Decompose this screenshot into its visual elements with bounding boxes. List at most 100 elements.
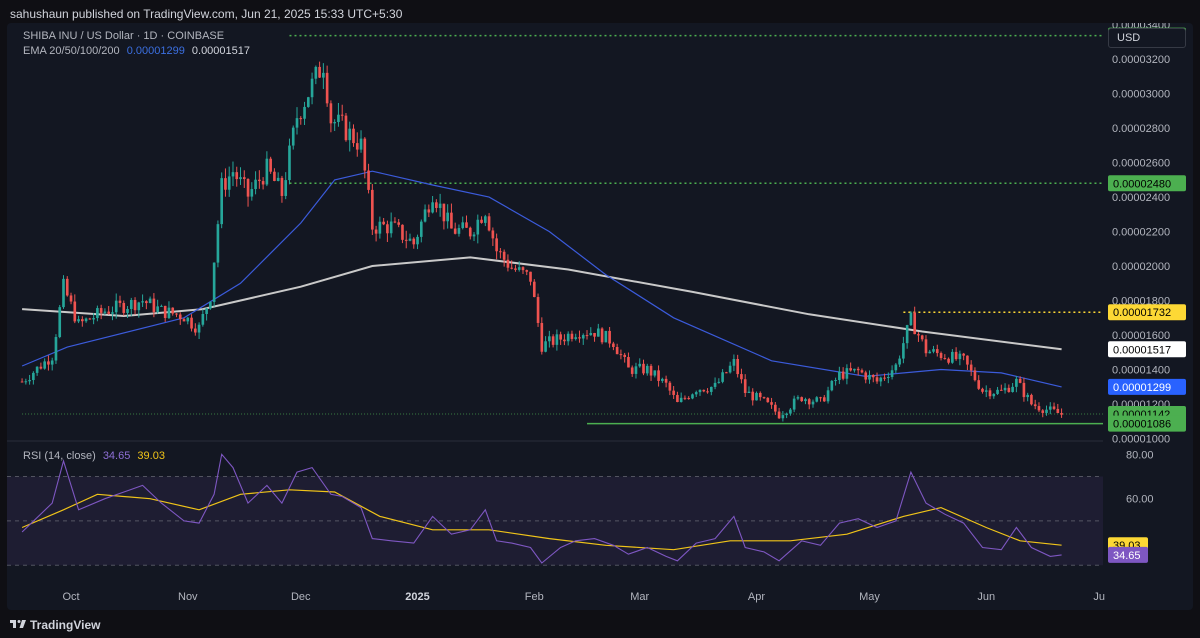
- candle-body: [623, 354, 626, 357]
- candle-body: [939, 353, 943, 359]
- candle-body: [638, 363, 642, 367]
- candle-body: [694, 392, 698, 395]
- candle-body: [397, 222, 401, 225]
- candle-body: [544, 341, 547, 352]
- candle-body: [819, 397, 822, 399]
- candle-body: [996, 389, 999, 394]
- candle-body: [634, 366, 638, 374]
- candle-body: [822, 397, 826, 402]
- time-tick-label: May: [859, 591, 880, 603]
- candle-body: [566, 333, 570, 342]
- candle-body: [642, 363, 645, 374]
- time-tick-label: Dec: [291, 591, 311, 603]
- candle-body: [596, 328, 600, 337]
- candle-body: [393, 221, 397, 223]
- candle-body: [96, 308, 99, 319]
- chart-canvas[interactable]: 0.000034000.000032000.000030000.00002800…: [7, 23, 1193, 610]
- chart-frame[interactable]: 0.000034000.000032000.000030000.00002800…: [7, 23, 1193, 610]
- candle-body: [178, 314, 182, 320]
- candle-body: [766, 397, 770, 403]
- candle-body: [807, 399, 811, 405]
- price-tick-label: 0.00002600: [1112, 158, 1170, 170]
- candle-body: [529, 271, 532, 282]
- candle-body: [419, 221, 423, 237]
- candles: [20, 61, 1063, 422]
- candle-body: [273, 171, 276, 181]
- candle-body: [499, 251, 502, 253]
- candle-body: [404, 239, 408, 241]
- candle-body: [1011, 386, 1014, 392]
- candle-body: [800, 397, 804, 402]
- price-axis[interactable]: 0.000034000.000032000.000030000.00002800…: [1108, 23, 1186, 563]
- candle-body: [325, 72, 329, 104]
- candle-body: [472, 234, 476, 237]
- attribution-text: sahushaun published on TradingView.com, …: [10, 7, 403, 21]
- candle-body: [887, 377, 890, 379]
- candle-body: [145, 301, 148, 304]
- candle-body: [725, 372, 728, 374]
- candle-body: [608, 330, 611, 344]
- candle-body: [491, 230, 495, 239]
- candle-body: [717, 381, 721, 383]
- candle-body: [864, 372, 868, 380]
- currency-button[interactable]: USD: [1108, 28, 1186, 48]
- candle-body: [453, 228, 457, 234]
- candle-body: [962, 353, 965, 356]
- candle-body: [860, 370, 864, 373]
- candle-body: [958, 353, 962, 360]
- candle-body: [250, 189, 254, 197]
- ema-legend[interactable]: EMA 20/50/100/200 0.00001299 0.00001517: [23, 45, 250, 57]
- candle-body: [84, 318, 88, 322]
- candle-body: [242, 177, 246, 180]
- time-axis[interactable]: Oct Nov Dec 2025 Feb Mar Apr May Jun Ju: [62, 591, 1105, 603]
- candle-body: [359, 138, 363, 150]
- candle-body: [182, 319, 186, 322]
- candle-body: [401, 224, 404, 240]
- time-tick-label: Jun: [977, 591, 995, 603]
- candle-body: [969, 364, 973, 371]
- candle-body: [299, 118, 303, 120]
- candle-body: [212, 262, 216, 302]
- candle-body: [205, 308, 208, 314]
- candle-body: [920, 335, 924, 340]
- candle-body: [924, 339, 928, 354]
- candle-body: [984, 390, 988, 392]
- price-tick-label: 0.00003200: [1112, 54, 1170, 66]
- footer-brand[interactable]: TradingView: [30, 618, 100, 632]
- candle-body: [548, 336, 551, 342]
- candle-body: [69, 295, 73, 302]
- candle-body: [487, 216, 491, 231]
- candle-body: [774, 404, 777, 412]
- candle-body: [977, 380, 981, 389]
- candle-body: [1056, 408, 1060, 414]
- candle-body: [536, 297, 540, 323]
- candle-body: [186, 317, 190, 322]
- candle-body: [129, 299, 133, 310]
- candle-body: [709, 386, 713, 392]
- candle-body: [792, 398, 796, 410]
- candle-body: [137, 302, 141, 311]
- candle-body: [408, 238, 412, 241]
- candle-body: [743, 379, 747, 394]
- candle-body: [559, 334, 562, 340]
- candle-body: [412, 238, 416, 245]
- candle-body: [510, 267, 514, 269]
- candle-body: [630, 367, 634, 374]
- candle-body: [378, 221, 382, 234]
- candle-body: [672, 390, 675, 395]
- candle-body: [122, 302, 126, 313]
- currency-label: USD: [1117, 32, 1141, 44]
- candle-body: [24, 381, 28, 383]
- candle-body: [804, 399, 807, 402]
- candle-body: [160, 305, 163, 307]
- candle-body: [99, 308, 103, 313]
- candle-body: [664, 378, 668, 383]
- candle-body: [457, 228, 461, 234]
- candle-body: [988, 390, 992, 397]
- candle-body: [235, 172, 239, 180]
- candle-body: [578, 337, 581, 339]
- symbol-legend[interactable]: SHIBA INU / US Dollar · 1D · COINBASE: [23, 30, 224, 42]
- candle-body: [954, 351, 958, 360]
- rsi-legend[interactable]: RSI (14, close) 34.65 39.03: [23, 450, 165, 462]
- price-label-text: 0.00002480: [1113, 178, 1171, 190]
